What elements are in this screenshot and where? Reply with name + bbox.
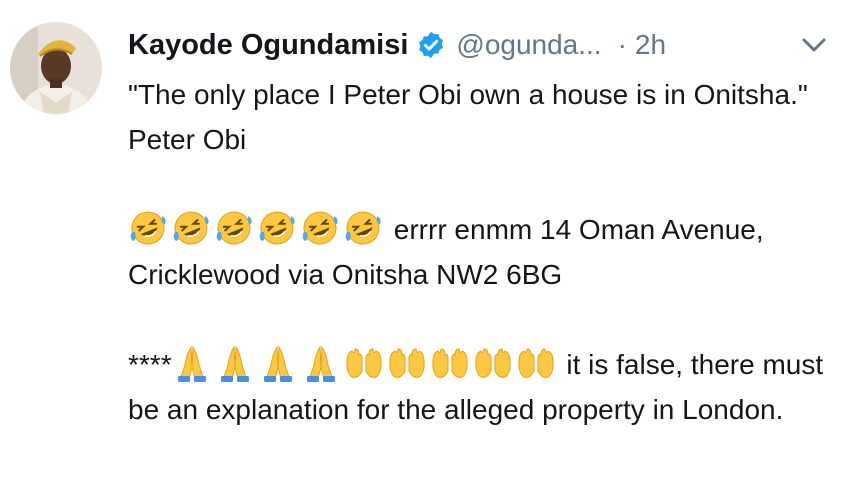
chevron-down-icon[interactable] (799, 30, 829, 60)
rolling-on-floor-laughing-emoji-icon (171, 208, 211, 248)
folded-hands-emoji-icon (215, 343, 255, 383)
avatar-image (10, 22, 102, 114)
folded-hands-emoji-icon (258, 343, 298, 383)
tweet-body: "The only place I Peter Obi own a house … (128, 72, 843, 432)
pray-emoji-row (172, 345, 344, 382)
open-hands-emoji-icon (430, 343, 470, 383)
asterisks-text: **** (128, 349, 172, 380)
tweet-paragraph-1: "The only place I Peter Obi own a house … (128, 79, 808, 155)
tweet-paragraph-2: errrr enmm 14 Oman Avenue, Cricklewood v… (128, 207, 843, 297)
rolling-on-floor-laughing-emoji-icon (128, 208, 168, 248)
rolling-on-floor-laughing-emoji-icon (257, 208, 297, 248)
tweet-timestamp[interactable]: 2h (635, 29, 666, 61)
verified-badge-icon (419, 31, 444, 59)
rolling-on-floor-laughing-emoji-icon (214, 208, 254, 248)
laugh-emoji-row (128, 211, 386, 245)
open-hands-emoji-icon (387, 343, 427, 383)
open-hands-emoji-icon (473, 343, 513, 383)
open-hands-emoji-row (344, 348, 559, 380)
tweet-paragraph-3: **** it is false, there must be an expla… (128, 342, 843, 432)
timestamp-separator: · (617, 29, 627, 60)
author-handle[interactable]: @ogunda... (456, 29, 601, 61)
rolling-on-floor-laughing-emoji-icon (343, 208, 383, 248)
open-hands-emoji-icon (344, 343, 384, 383)
avatar[interactable] (10, 22, 102, 114)
author-display-name[interactable]: Kayode Ogundamisi (128, 29, 408, 62)
tweet-header: Kayode Ogundamisi @ogunda... · 2h (128, 22, 843, 68)
open-hands-emoji-icon (516, 343, 556, 383)
rolling-on-floor-laughing-emoji-icon (300, 208, 340, 248)
folded-hands-emoji-icon (172, 343, 212, 383)
folded-hands-emoji-icon (301, 343, 341, 383)
